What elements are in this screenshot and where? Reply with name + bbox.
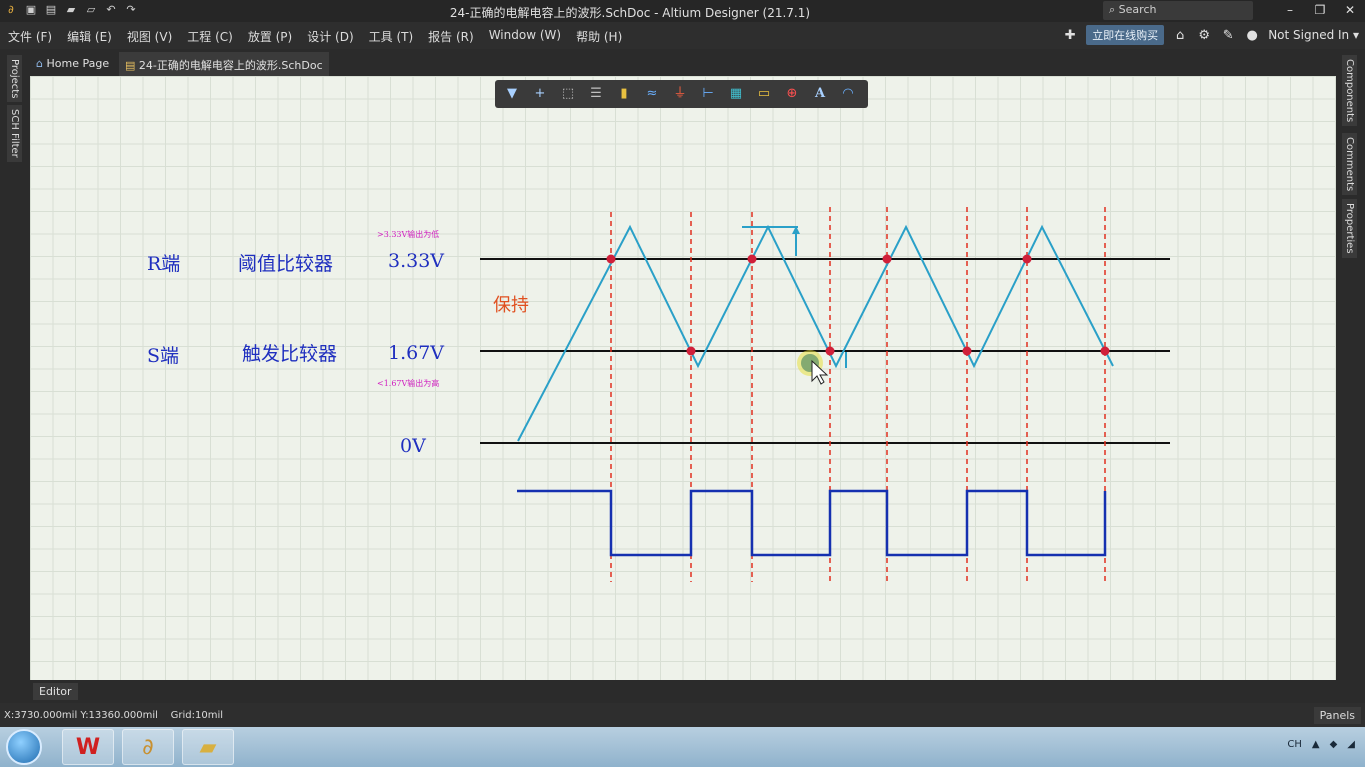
cursor-coordinates: X:3730.000mil Y:13360.000mil	[4, 710, 158, 721]
crossing-marker	[825, 346, 835, 356]
menu-reports[interactable]: 报告 (R)	[428, 28, 474, 45]
menu-place[interactable]: 放置 (P)	[248, 28, 292, 45]
directive-icon[interactable]: ⊕	[781, 84, 803, 104]
crossing-marker	[686, 346, 696, 356]
threshold-comparator-label: 阈值比较器	[238, 253, 333, 275]
v-high-label: 3.33V	[388, 250, 444, 272]
crossing-marker	[606, 254, 616, 264]
altium-app-icon[interactable]: ∂	[122, 729, 174, 765]
wire-icon[interactable]: ≈	[641, 84, 663, 104]
tab-home-page[interactable]: ⌂ Home Page	[30, 52, 115, 76]
tab-label: Home Page	[46, 57, 110, 70]
properties-panel-tab[interactable]: Properties	[1342, 199, 1357, 258]
projects-panel-tab[interactable]: Projects	[7, 55, 22, 103]
right-panel-strip: Components Comments Properties	[1336, 49, 1365, 703]
menu-file[interactable]: 文件 (F)	[8, 28, 52, 45]
s-terminal-label: S端	[147, 345, 179, 367]
select-rect-icon[interactable]: ⬚	[557, 84, 579, 104]
crossing-marker	[1022, 254, 1032, 264]
gear-icon[interactable]: ⚙	[1196, 28, 1212, 43]
title-bar: ∂ ▣ ▤ ▰ ▱ ↶ ↷ 24-正确的电解电容上的波形.SchDoc - Al…	[0, 0, 1365, 22]
bus-icon[interactable]: ⊢	[697, 84, 719, 104]
schematic-doc-icon: ▤	[125, 59, 136, 72]
v-low-label: 1.67V	[388, 342, 444, 364]
comments-panel-tab[interactable]: Comments	[1342, 133, 1357, 196]
buy-online-button[interactable]: 立即在线购买	[1086, 25, 1165, 45]
schematic-canvas[interactable]: R端 阈值比较器 3.33V >3.33V输出为低 保持 S端 触发比较器 1.…	[30, 76, 1336, 680]
components-panel-tab[interactable]: Components	[1342, 55, 1357, 127]
timing-dashes	[610, 207, 1106, 582]
tab-label: 24-正确的电解电容上的波形.SchDoc	[138, 59, 323, 72]
align-icon[interactable]: ☰	[585, 84, 607, 104]
home-icon[interactable]: ⌂	[1172, 28, 1188, 43]
power-port-icon[interactable]: ⏚	[669, 84, 691, 104]
network-icon[interactable]: ▲	[1312, 739, 1320, 750]
schematic-drawing: R端 阈值比较器 3.33V >3.33V输出为低 保持 S端 触发比较器 1.…	[147, 207, 1170, 582]
r-terminal-label: R端	[147, 253, 180, 275]
input-method-indicator[interactable]: CH	[1287, 739, 1302, 750]
sign-in-menu[interactable]: Not Signed In ▾	[1268, 28, 1359, 42]
left-panel-strip: Projects SCH Filter	[0, 49, 30, 703]
v-zero-label: 0V	[400, 435, 426, 457]
minimize-button[interactable]: –	[1275, 0, 1305, 20]
document-tabs: ⌂ Home Page ▤ 24-正确的电解电容上的波形.SchDoc	[30, 52, 1336, 76]
start-button[interactable]	[6, 729, 42, 765]
port-icon[interactable]: ▭	[753, 84, 775, 104]
restore-button[interactable]: ❐	[1305, 0, 1335, 20]
output-square-wave	[517, 489, 1107, 557]
crossing-marker	[882, 254, 892, 264]
os-taskbar: W ∂ ▰ CH ▲ ◆ ◢	[0, 727, 1365, 767]
crossing-marker	[1100, 346, 1110, 356]
sch-filter-panel-tab[interactable]: SCH Filter	[7, 105, 22, 162]
volume-icon[interactable]: ◢	[1347, 739, 1355, 750]
grid-size: Grid:10mil	[170, 710, 224, 721]
search-placeholder: Search	[1118, 3, 1157, 16]
menu-project[interactable]: 工程 (C)	[187, 28, 233, 45]
menu-design[interactable]: 设计 (D)	[307, 28, 353, 45]
search-icon: ⌕	[1109, 3, 1116, 16]
search-box[interactable]: ⌕ Search	[1103, 1, 1253, 20]
active-bar-toolbar: ▼ + ⬚ ☰ ▮ ≈ ⏚ ⊢ ▦ ▭ ⊕ A ◠	[495, 80, 868, 108]
panels-button[interactable]: Panels	[1313, 707, 1361, 724]
menu-view[interactable]: 视图 (V)	[127, 28, 172, 45]
file-explorer-icon[interactable]: ▰	[182, 729, 234, 765]
harness-icon[interactable]: ▦	[725, 84, 747, 104]
crossing-marker	[962, 346, 972, 356]
crosshair-icon[interactable]: +	[529, 84, 551, 104]
editor-tab[interactable]: Editor	[33, 683, 78, 700]
user-icon: ●	[1246, 27, 1258, 43]
hold-label: 保持	[493, 295, 529, 316]
filter-icon[interactable]: ▼	[501, 84, 523, 104]
trigger-comparator-label: 触发比较器	[242, 343, 337, 365]
menu-help[interactable]: 帮助 (H)	[576, 28, 622, 45]
crossing-marker	[747, 254, 757, 264]
crossing-markers	[606, 254, 1110, 356]
editor-bar: Editor	[30, 680, 1336, 702]
menu-edit[interactable]: 编辑 (E)	[67, 28, 112, 45]
tab-schdoc[interactable]: ▤ 24-正确的电解电容上的波形.SchDoc	[119, 52, 329, 76]
extensions-icon[interactable]: ✎	[1220, 28, 1236, 43]
note-low-label: <1.67V输出为高	[377, 378, 439, 388]
home-icon: ⌂	[36, 57, 43, 70]
wps-app-icon[interactable]: W	[62, 729, 114, 765]
component-icon[interactable]: ▮	[613, 84, 635, 104]
window-title: 24-正确的电解电容上的波形.SchDoc - Altium Designer …	[449, 6, 811, 20]
close-button[interactable]: ✕	[1335, 0, 1365, 20]
status-bar: X:3730.000mil Y:13360.000mil Grid:10mil …	[0, 703, 1365, 727]
security-icon[interactable]: ◆	[1330, 739, 1338, 750]
arc-icon[interactable]: ◠	[837, 84, 859, 104]
menu-tools[interactable]: 工具 (T)	[369, 28, 414, 45]
note-high-label: >3.33V输出为低	[377, 229, 439, 239]
menu-bar: 文件 (F) 编辑 (E) 视图 (V) 工程 (C) 放置 (P) 设计 (D…	[0, 22, 1365, 49]
text-icon[interactable]: A	[809, 84, 831, 104]
feedback-icon[interactable]: ✚	[1062, 28, 1078, 43]
menu-window[interactable]: Window (W)	[489, 28, 561, 45]
system-tray: CH ▲ ◆ ◢	[1287, 739, 1355, 750]
